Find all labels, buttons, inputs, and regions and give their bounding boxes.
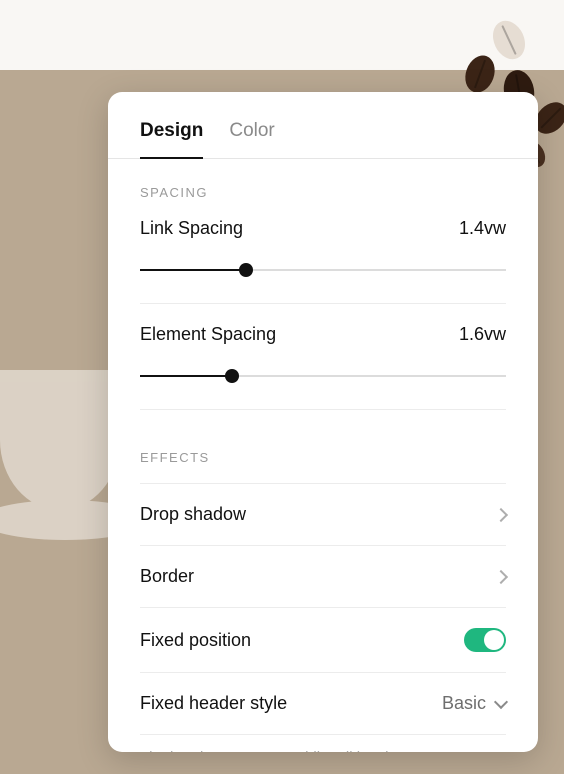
fixed-header-style-label: Fixed header style: [140, 693, 287, 714]
design-panel: Design Color SPACING Link Spacing 1.4vw …: [108, 92, 538, 752]
element-spacing-slider[interactable]: [140, 369, 506, 383]
slider-thumb[interactable]: [225, 369, 239, 383]
fixed-header-style-row[interactable]: Fixed header style Basic: [140, 673, 506, 735]
drop-shadow-row[interactable]: Drop shadow: [140, 483, 506, 546]
chevron-right-icon: [494, 507, 508, 521]
tab-color[interactable]: Color: [229, 120, 274, 158]
element-spacing-value: 1.6vw: [459, 324, 506, 345]
element-spacing-label: Element Spacing: [140, 324, 276, 345]
fixed-position-row: Fixed position: [140, 608, 506, 673]
link-spacing-control: Link Spacing 1.4vw: [140, 218, 506, 304]
link-spacing-slider[interactable]: [140, 263, 506, 277]
fixed-header-hint: The header may move while editing the pa…: [140, 735, 506, 752]
element-spacing-control: Element Spacing 1.6vw: [140, 324, 506, 410]
tab-design[interactable]: Design: [140, 120, 203, 158]
border-label: Border: [140, 566, 194, 587]
chevron-down-icon: [494, 694, 508, 708]
link-spacing-value: 1.4vw: [459, 218, 506, 239]
chevron-right-icon: [494, 569, 508, 583]
fixed-header-style-select[interactable]: Basic: [442, 693, 506, 714]
toggle-knob: [484, 630, 504, 650]
slider-thumb[interactable]: [239, 263, 253, 277]
panel-tabs: Design Color: [108, 92, 538, 159]
drop-shadow-label: Drop shadow: [140, 504, 246, 525]
fixed-position-label: Fixed position: [140, 630, 251, 651]
section-label-effects: EFFECTS: [140, 450, 506, 465]
fixed-header-style-value: Basic: [442, 693, 486, 714]
section-label-spacing: SPACING: [140, 185, 506, 200]
panel-body: SPACING Link Spacing 1.4vw Element Spaci…: [108, 159, 538, 752]
link-spacing-label: Link Spacing: [140, 218, 243, 239]
fixed-position-toggle[interactable]: [464, 628, 506, 652]
border-row[interactable]: Border: [140, 546, 506, 608]
